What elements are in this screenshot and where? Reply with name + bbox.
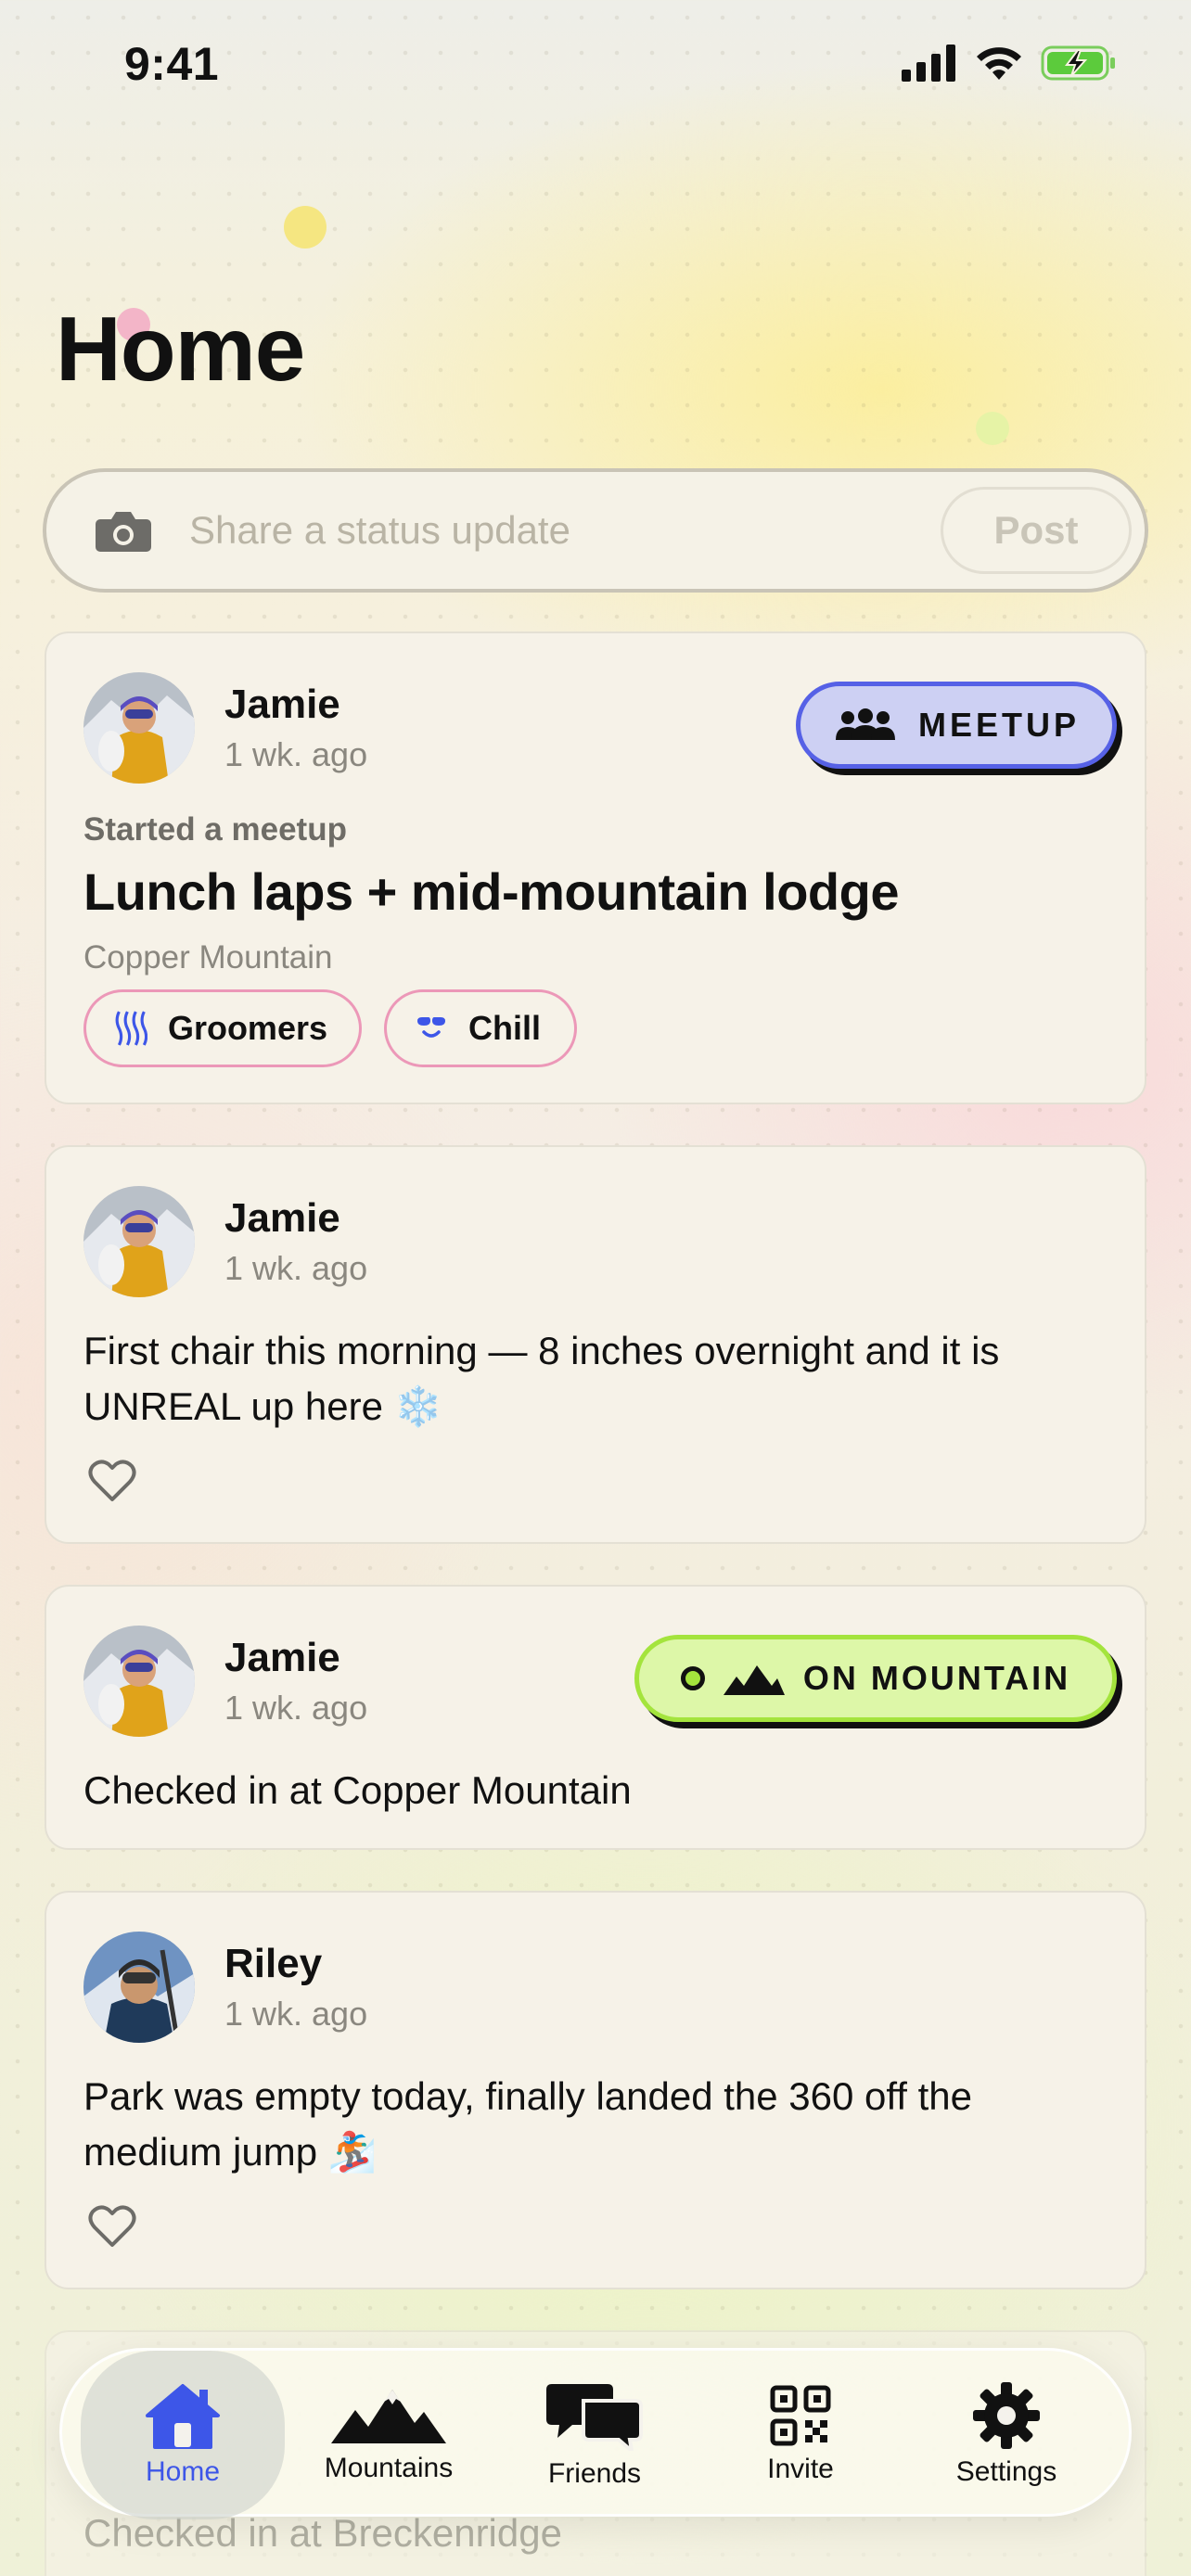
groomers-icon bbox=[115, 1011, 147, 1046]
post-button[interactable]: Post bbox=[941, 487, 1132, 574]
status-input[interactable] bbox=[189, 508, 894, 553]
mountains-icon bbox=[723, 1665, 785, 1695]
status-composer: Post bbox=[43, 468, 1148, 593]
tab-mountains[interactable]: Mountains bbox=[287, 2351, 491, 2519]
post-time: 1 wk. ago bbox=[224, 1995, 368, 2033]
chat-bubbles-icon bbox=[546, 2384, 643, 2451]
meetup-location: Copper Mountain bbox=[83, 939, 333, 976]
meetup-title[interactable]: Lunch laps + mid-mountain lodge bbox=[83, 861, 899, 922]
status-time: 9:41 bbox=[124, 38, 220, 90]
tab-label: Invite bbox=[767, 2454, 834, 2484]
battery-charging-icon bbox=[1041, 45, 1115, 81]
mountains-icon bbox=[331, 2390, 446, 2443]
user-name[interactable]: Jamie bbox=[224, 1635, 340, 1681]
tab-label: Settings bbox=[955, 2456, 1057, 2487]
feed-card-post[interactable]: Jamie 1 wk. ago First chair this morning… bbox=[45, 1145, 1146, 1544]
user-name[interactable]: Jamie bbox=[224, 1195, 340, 1242]
tab-label: Home bbox=[145, 2456, 221, 2487]
group-people-icon bbox=[835, 708, 895, 740]
post-text: Checked in at Copper Mountain bbox=[83, 1768, 632, 1812]
tag-label: Groomers bbox=[167, 1009, 327, 1047]
user-name[interactable]: Jamie bbox=[224, 682, 340, 728]
avatar[interactable] bbox=[83, 1626, 195, 1737]
post-text: First chair this morning — 8 inches over… bbox=[83, 1329, 1000, 1428]
meetup-subtitle: Started a meetup bbox=[83, 811, 347, 848]
heart-icon[interactable] bbox=[87, 1459, 137, 1503]
user-name[interactable]: Riley bbox=[224, 1941, 322, 1987]
cellular-signal-icon bbox=[902, 45, 955, 82]
meetup-badge-label: MEETUP bbox=[917, 706, 1080, 744]
gear-icon bbox=[973, 2382, 1040, 2449]
heart-icon[interactable] bbox=[87, 2204, 137, 2249]
on-mountain-badge-label: ON MOUNTAIN bbox=[802, 1659, 1071, 1697]
decorative-yellow-dot bbox=[284, 206, 327, 249]
status-bar: 9:41 bbox=[0, 0, 1191, 130]
tab-home[interactable]: Home bbox=[81, 2351, 285, 2519]
status-icons bbox=[902, 45, 1117, 82]
on-mountain-badge: ON MOUNTAIN bbox=[634, 1635, 1117, 1722]
feed-card-checkin[interactable]: Jamie 1 wk. ago ON MOUNTAIN Checked in a… bbox=[45, 1585, 1146, 1850]
post-time: 1 wk. ago bbox=[224, 735, 368, 773]
chill-face-icon bbox=[417, 1017, 445, 1038]
camera-icon[interactable] bbox=[95, 508, 152, 553]
post-text: Park was empty today, finally landed the… bbox=[83, 2074, 973, 2174]
post-time: 1 wk. ago bbox=[224, 1249, 368, 1287]
post-time: 1 wk. ago bbox=[224, 1689, 368, 1727]
bottom-tab-bar: Home Mountains Friends Invite Settings bbox=[59, 2348, 1132, 2519]
tab-invite[interactable]: Invite bbox=[698, 2351, 903, 2519]
tab-settings[interactable]: Settings bbox=[904, 2351, 1108, 2519]
status-dot-icon bbox=[680, 1666, 705, 1690]
feed-card-post[interactable]: Riley 1 wk. ago Park was empty today, fi… bbox=[45, 1891, 1146, 2289]
home-icon bbox=[146, 2384, 220, 2449]
tab-label: Mountains bbox=[324, 2453, 454, 2483]
feed-card-meetup[interactable]: Jamie 1 wk. ago MEETUP Started a meetup … bbox=[45, 631, 1146, 1104]
tab-friends[interactable]: Friends bbox=[493, 2351, 697, 2519]
meetup-badge: MEETUP bbox=[796, 682, 1117, 769]
decorative-green-dot bbox=[976, 412, 1009, 445]
tag-label: Chill bbox=[468, 1009, 541, 1047]
avatar[interactable] bbox=[83, 1186, 195, 1297]
avatar[interactable] bbox=[83, 672, 195, 784]
tab-label: Friends bbox=[547, 2458, 642, 2489]
page-title: Home bbox=[56, 298, 305, 400]
tag-pill-groomers[interactable]: Groomers bbox=[83, 989, 362, 1067]
tag-pill-chill[interactable]: Chill bbox=[384, 989, 577, 1067]
qr-code-icon bbox=[770, 2385, 831, 2446]
avatar[interactable] bbox=[83, 1932, 195, 2043]
wifi-icon bbox=[977, 47, 1021, 80]
